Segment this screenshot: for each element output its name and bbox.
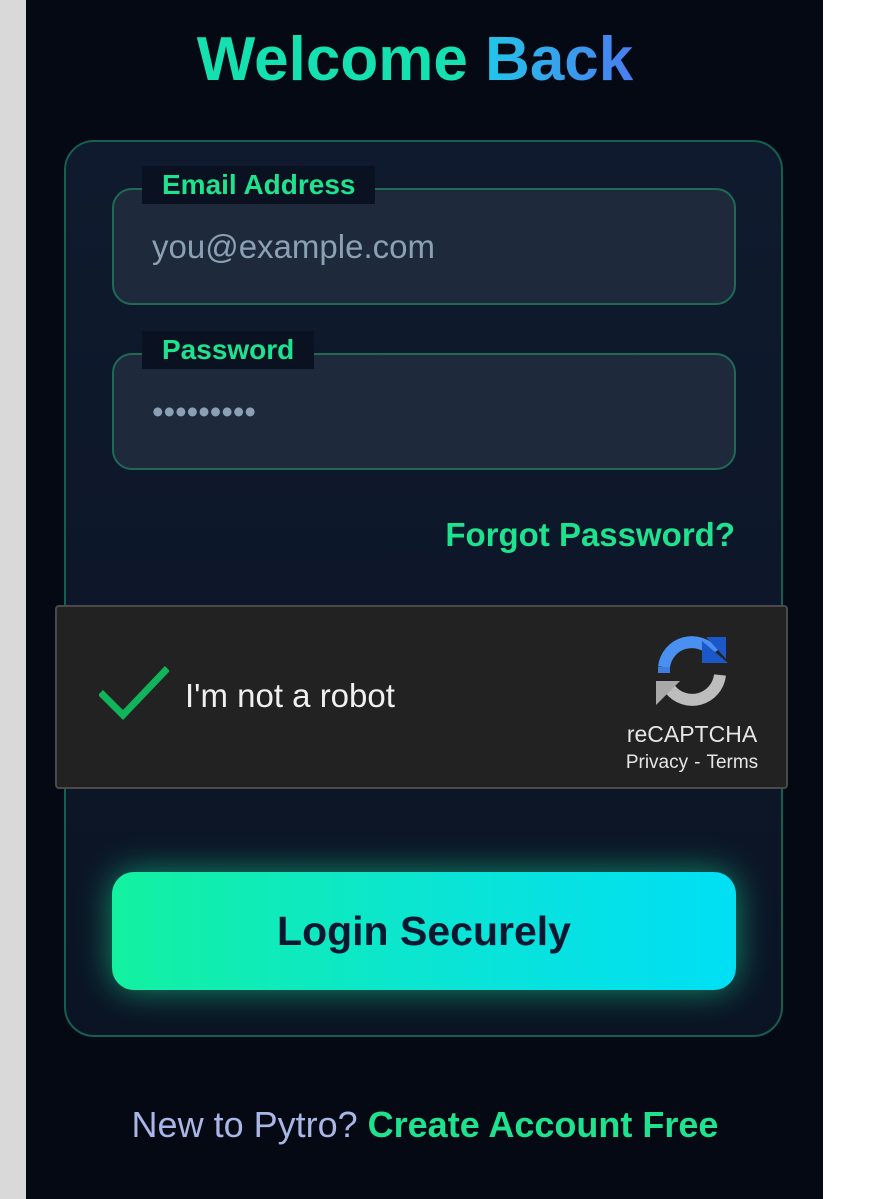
recaptcha-privacy-link[interactable]: Privacy (626, 752, 688, 773)
signup-prompt: New to Pytro? Create Account Free (0, 1104, 850, 1146)
signup-prompt-text: New to Pytro? (131, 1104, 358, 1145)
recaptcha-links: Privacy - Terms (597, 752, 787, 774)
page-title-back: Back (485, 25, 634, 94)
password-input[interactable] (152, 355, 712, 468)
forgot-password-link[interactable]: Forgot Password? (445, 516, 735, 554)
recaptcha-link-separator: - (694, 752, 701, 773)
email-input[interactable] (152, 190, 712, 303)
page-title-welcome: Welcome (196, 25, 468, 94)
recaptcha-logo-icon (656, 636, 728, 706)
page-title: Welcome Back (0, 24, 830, 95)
email-label: Email Address (142, 166, 376, 204)
scrollbar-track[interactable] (0, 0, 26, 1199)
password-label: Password (142, 331, 315, 369)
checkmark-icon[interactable] (99, 665, 169, 721)
email-field-box[interactable] (112, 188, 736, 305)
recaptcha-brand: reCAPTCHA (626, 721, 758, 747)
recaptcha-widget: I'm not a robot reCAPTCHA Privacy - Terms (55, 605, 788, 789)
login-button[interactable]: Login Securely (112, 872, 736, 990)
recaptcha-label: I'm not a robot (185, 677, 395, 714)
create-account-link[interactable]: Create Account Free (368, 1104, 719, 1145)
recaptcha-terms-link[interactable]: Terms (706, 752, 758, 773)
password-field-box[interactable] (112, 353, 736, 470)
